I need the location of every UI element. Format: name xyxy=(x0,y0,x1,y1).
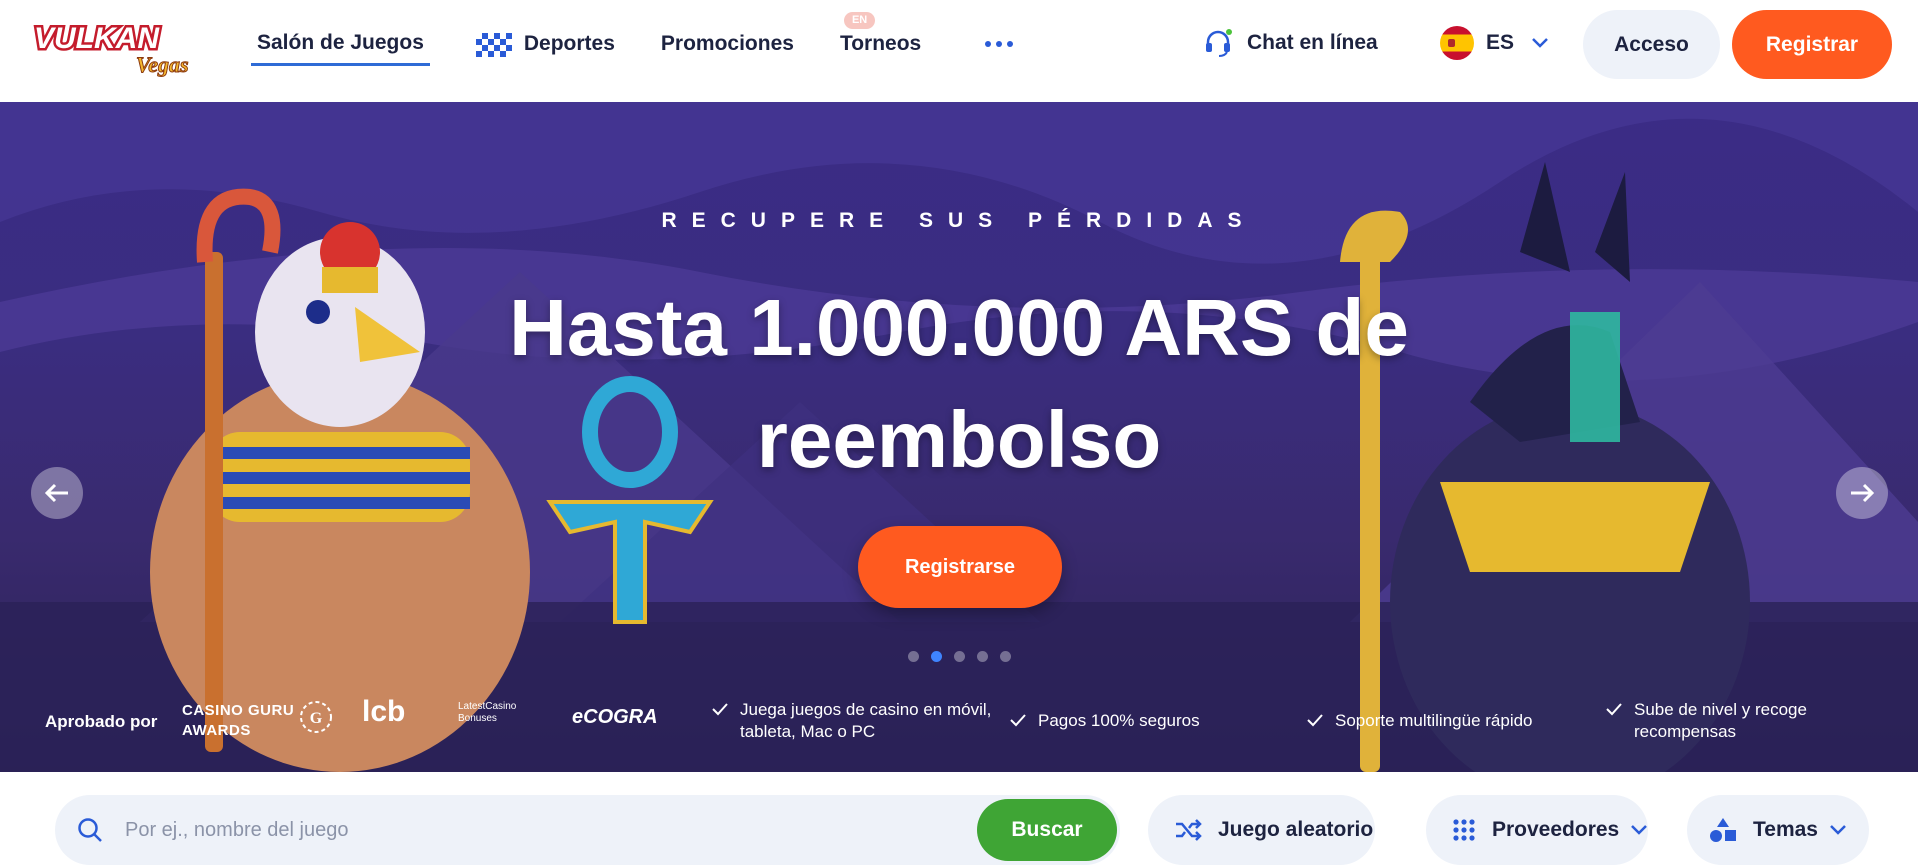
nav-salon-de-juegos[interactable]: Salón de Juegos xyxy=(251,22,430,66)
chevron-down-icon xyxy=(1532,38,1548,48)
register-button[interactable]: Registrar xyxy=(1732,10,1892,79)
laurel-badge-icon: G xyxy=(300,701,332,733)
more-menu-icon[interactable] xyxy=(973,22,1025,66)
hero-title: Hasta 1.000.000 ARS de reembolso xyxy=(509,283,1409,484)
grid-dots-icon xyxy=(1453,819,1475,841)
approved-by-label: Aprobado por xyxy=(45,712,158,731)
feature-text: Sube de nivel y recoge recompensas xyxy=(1634,700,1807,741)
feature-text: Pagos 100% seguros xyxy=(1038,711,1200,730)
nav-label: Promociones xyxy=(660,32,794,55)
site-header: VULKAN VULKAN Vegas Salón de Juegos Depo… xyxy=(0,0,1918,102)
feature-secure-payments: Pagos 100% seguros xyxy=(1010,710,1200,732)
latestcasino-bonuses-logo: LatestCasino Bonuses xyxy=(458,701,517,724)
themes-label: Temas xyxy=(1753,818,1818,841)
check-icon xyxy=(1606,703,1622,716)
search-button[interactable]: Buscar xyxy=(977,799,1117,861)
carousel-dot[interactable] xyxy=(977,651,988,662)
carousel-dot[interactable] xyxy=(1000,651,1011,662)
carousel-dot-active[interactable] xyxy=(931,651,942,662)
themes-dropdown[interactable]: Temas xyxy=(1687,795,1869,865)
trust-bar: Aprobado por CASINO GURU AWARDS G lcb La… xyxy=(0,685,1918,745)
svg-text:VULKAN: VULKAN xyxy=(34,22,160,55)
nav-label: Torneos xyxy=(839,32,922,55)
svg-text:G: G xyxy=(310,710,323,727)
random-game-label: Juego aleatorio xyxy=(1218,818,1374,841)
language-code: ES xyxy=(1486,31,1515,54)
nav-promociones[interactable]: Promociones xyxy=(661,22,794,66)
headset-icon xyxy=(1206,29,1232,57)
badge-en: EN xyxy=(843,12,876,29)
check-icon xyxy=(1307,714,1323,727)
arrow-left-icon xyxy=(44,483,68,503)
arrow-right-icon xyxy=(1851,483,1875,503)
carousel-prev-button[interactable] xyxy=(31,467,83,519)
nav-deportes[interactable]: Deportes xyxy=(475,22,615,66)
nav-label: Deportes xyxy=(523,32,615,55)
vulkan-vegas-logo[interactable]: VULKAN VULKAN Vegas xyxy=(32,10,202,80)
providers-dropdown[interactable]: Proveedores xyxy=(1426,795,1648,865)
feature-support: Soporte multilingüe rápido xyxy=(1307,710,1533,732)
svg-text:Vegas: Vegas xyxy=(136,52,189,77)
search-input[interactable] xyxy=(125,818,925,842)
login-button[interactable]: Acceso xyxy=(1583,10,1720,79)
lcb-logo: lcb xyxy=(362,695,406,728)
checkered-flag-icon xyxy=(475,33,512,57)
feature-level-up: Sube de nivel y recoge recompensas xyxy=(1606,699,1886,743)
ecogra-logo: eCOGRA xyxy=(572,706,658,728)
live-chat-link[interactable]: Chat en línea xyxy=(1203,28,1378,58)
nav-torneos[interactable]: EN Torneos xyxy=(839,12,922,66)
spain-flag-icon xyxy=(1440,26,1474,60)
carousel-dot[interactable] xyxy=(908,651,919,662)
hero-register-button[interactable]: Registrarse xyxy=(858,526,1062,608)
awards-line-2: AWARDS xyxy=(182,722,251,739)
nav-label: Salón de Juegos xyxy=(257,30,424,54)
shapes-icon xyxy=(1710,818,1736,842)
search-field[interactable] xyxy=(55,795,1120,865)
language-selector[interactable]: ES xyxy=(1440,26,1548,60)
chevron-down-icon xyxy=(1631,825,1648,835)
main-nav: Salón de Juegos Deportes Promociones EN … xyxy=(251,12,1025,66)
chat-label: Chat en línea xyxy=(1247,31,1378,54)
check-icon xyxy=(712,703,728,716)
carousel-dots xyxy=(908,651,1011,662)
hero-banner: RECUPERE SUS PÉRDIDAS Hasta 1.000.000 AR… xyxy=(0,102,1918,772)
hero-eyebrow: RECUPERE SUS PÉRDIDAS xyxy=(661,209,1257,232)
random-game-button[interactable]: Juego aleatorio xyxy=(1148,795,1375,865)
carousel-dot[interactable] xyxy=(954,651,965,662)
awards-line-1: CASINO GURU xyxy=(182,702,295,719)
carousel-next-button[interactable] xyxy=(1836,467,1888,519)
casino-guru-awards-logo: CASINO GURU AWARDS xyxy=(182,701,294,741)
chevron-down-icon xyxy=(1830,825,1846,835)
search-icon xyxy=(78,818,102,842)
feature-text: Juega juegos de casino en móvil, tableta… xyxy=(740,700,992,741)
check-icon xyxy=(1010,714,1026,727)
feature-text: Soporte multilingüe rápido xyxy=(1335,711,1533,730)
shuffle-icon xyxy=(1176,819,1202,841)
feature-devices: Juega juegos de casino en móvil, tableta… xyxy=(712,699,1012,743)
providers-label: Proveedores xyxy=(1492,818,1620,841)
